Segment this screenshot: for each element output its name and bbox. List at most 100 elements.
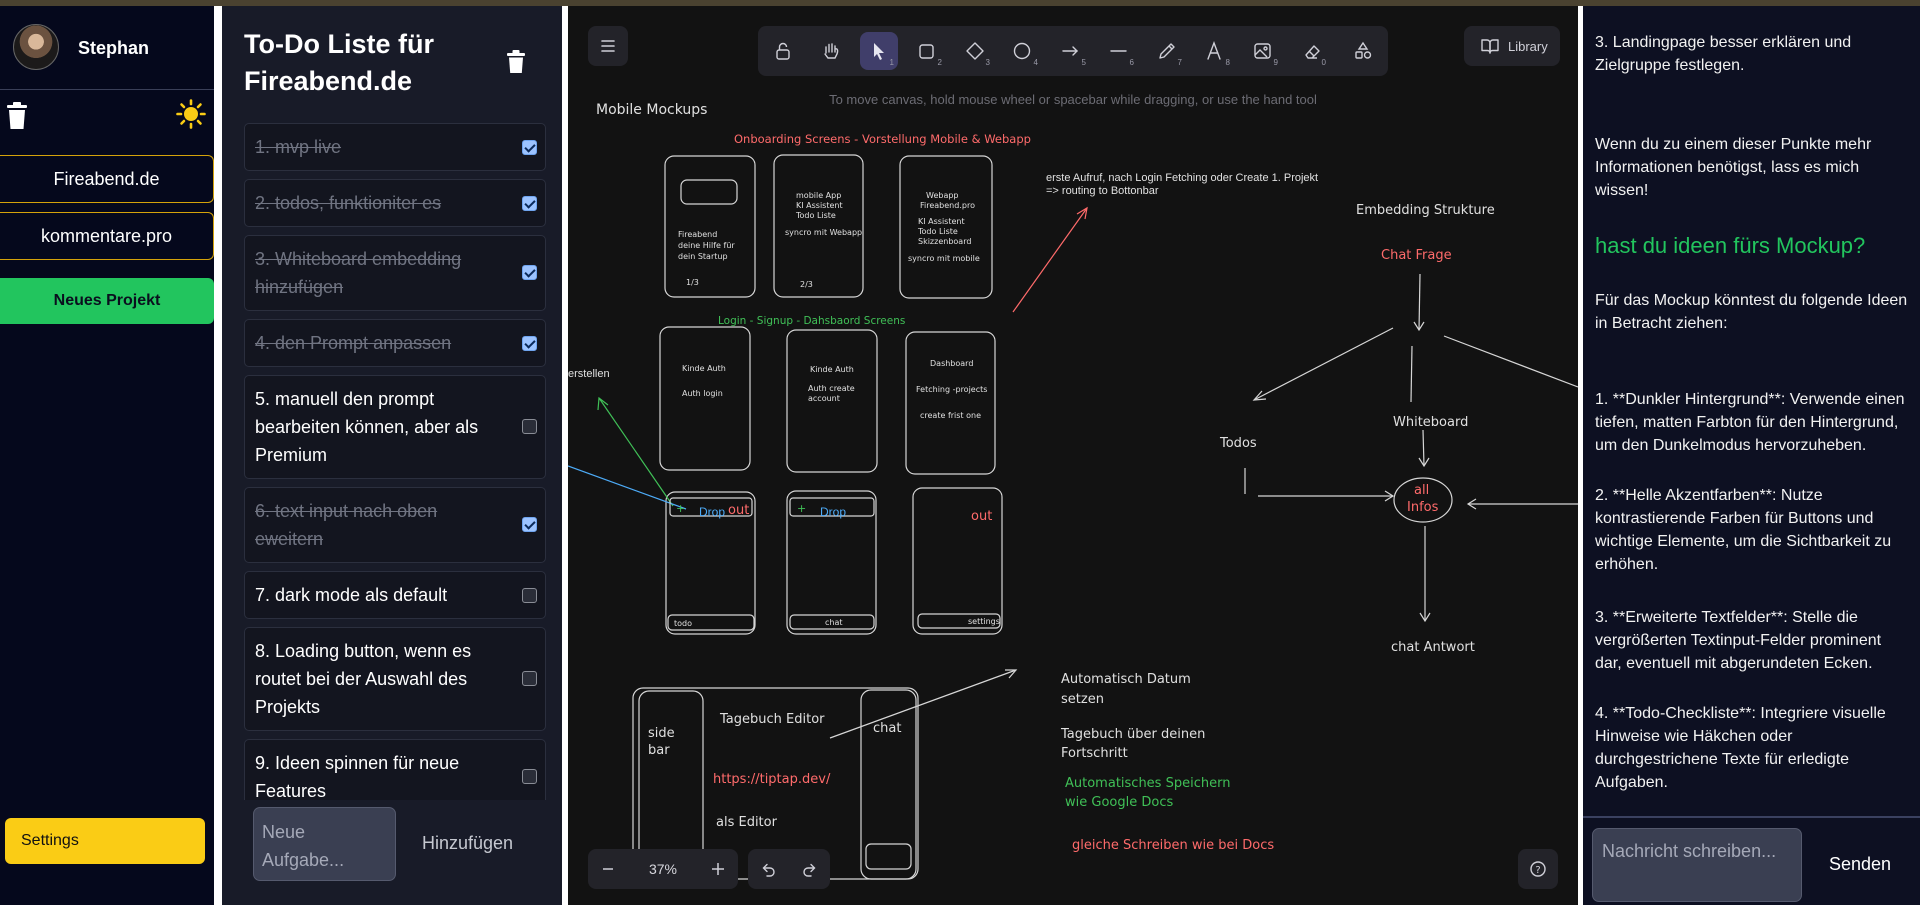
tool-rectangle[interactable]: 2	[908, 32, 946, 70]
new-task-input[interactable]: Neue Aufgabe...	[253, 807, 396, 881]
trash-icon[interactable]	[506, 50, 526, 74]
mockup-text: create frist one	[920, 411, 981, 420]
redo-button[interactable]	[789, 849, 830, 889]
mockup-text: Fetching -projects	[916, 385, 987, 394]
tool-image[interactable]: 9	[1244, 32, 1282, 70]
todo-item[interactable]: 4. den Prompt anpassen	[244, 319, 546, 367]
menu-button[interactable]	[588, 26, 628, 66]
mockup-text: KI Assistent	[918, 217, 965, 226]
todo-panel: To-Do Liste für Fireabend.de 1. mvp live…	[222, 6, 562, 905]
tool-hand[interactable]	[812, 32, 850, 70]
chat-message: Für das Mockup könntest du folgende Idee…	[1595, 292, 1908, 332]
new-project-button[interactable]: Neues Projekt	[0, 278, 214, 324]
tool-diamond[interactable]: 3	[956, 32, 994, 70]
sun-icon[interactable]	[176, 99, 206, 129]
mockup-text: Kinde Auth	[682, 364, 726, 373]
mockup-page-number: 2/3	[800, 280, 813, 289]
zoom-out-button[interactable]	[588, 849, 628, 889]
canvas-note: Automatisch Datum	[1061, 672, 1191, 687]
avatar[interactable]	[13, 24, 59, 70]
plus-icon: +	[676, 502, 685, 515]
mockup-text: Auth login	[682, 389, 723, 398]
chat-divider	[1583, 816, 1920, 818]
tab-label: settings	[968, 617, 1000, 626]
todo-checkbox[interactable]	[522, 588, 537, 603]
user-header: Stephan	[0, 6, 214, 90]
tool-eraser[interactable]: 0	[1292, 32, 1330, 70]
zoom-in-button[interactable]	[698, 849, 738, 889]
tool-shortcut: 8	[1225, 58, 1230, 67]
chat-messages: 3. Landingpage besser erklären und Zielg…	[1583, 6, 1920, 816]
canvas-text-first-call: => routing to Bottonbar	[1046, 185, 1159, 197]
help-button[interactable]: ?	[1518, 849, 1558, 889]
undo-icon	[762, 863, 775, 877]
todo-item[interactable]: 3. Whiteboard embedding hinzufügen	[244, 235, 546, 311]
add-task-button[interactable]: Hinzufügen	[422, 833, 513, 854]
todo-checkbox[interactable]	[522, 419, 537, 434]
library-button[interactable]: Library	[1464, 26, 1560, 66]
todo-item[interactable]: 7. dark mode als default	[244, 571, 546, 619]
todo-checkbox[interactable]	[522, 336, 537, 351]
tool-text[interactable]: 8	[1196, 32, 1234, 70]
canvas-text-first-call: erste Aufruf, nach Login Fetching oder C…	[1046, 172, 1318, 184]
chat-message-input[interactable]: Nachricht schreiben...	[1592, 828, 1802, 902]
todo-item[interactable]: 9. Ideen spinnen für neue Features	[244, 739, 546, 800]
tool-shortcut: 7	[1177, 58, 1182, 67]
chat-message: 2. **Helle Akzentfarben**: Nutze kontras…	[1595, 487, 1892, 573]
canvas-text-erstellen: erstellen	[568, 368, 610, 380]
todo-checkbox[interactable]	[522, 517, 537, 532]
todo-checkbox[interactable]	[522, 140, 537, 155]
tool-arrow[interactable]: 5	[1052, 32, 1090, 70]
drop-label: Drop	[820, 505, 846, 519]
drop-label: Drop	[699, 505, 725, 519]
todo-item[interactable]: 1. mvp live	[244, 123, 546, 171]
todo-checkbox[interactable]	[522, 671, 537, 686]
mockup-frame	[664, 155, 756, 298]
heading-login-screens: Login - Signup - Dahsbaord Screens	[718, 315, 905, 327]
line	[1443, 335, 1578, 388]
canvas-note-green: Automatisches Speichern	[1065, 776, 1230, 791]
svg-text:?: ?	[1535, 865, 1540, 876]
todo-checkbox[interactable]	[522, 196, 537, 211]
sketch-layer[interactable]: Mobile Mockups Onboarding Screens - Vors…	[568, 6, 1578, 905]
mockup-text: dein Startup	[678, 252, 728, 261]
redo-icon	[803, 863, 816, 877]
tool-shortcut: 1	[889, 58, 894, 67]
tool-shortcut: 2	[937, 58, 942, 67]
todo-item[interactable]: 2. todos, funktioniter es	[244, 179, 546, 227]
project-button-fireabend[interactable]: Fireabend.de	[0, 155, 214, 203]
trash-icon[interactable]	[6, 102, 28, 130]
tool-shortcut: 4	[1033, 58, 1038, 67]
chat-message: 3. **Erweiterte Textfelder**: Stelle die…	[1595, 609, 1882, 672]
editor-title: Tagebuch Editor	[719, 712, 825, 727]
heading-onboarding: Onboarding Screens - Vorstellung Mobile …	[734, 132, 1031, 146]
zoom-level[interactable]: 37%	[628, 861, 698, 877]
arrow	[829, 669, 1017, 739]
todo-checkbox[interactable]	[522, 265, 537, 280]
whiteboard-canvas[interactable]: Mobile Mockups Onboarding Screens - Vors…	[568, 6, 1578, 905]
send-button[interactable]: Senden	[1829, 854, 1891, 875]
todo-item[interactable]: 8. Loading button, wenn es routet bei de…	[244, 627, 546, 731]
tool-ellipse[interactable]: 4	[1004, 32, 1042, 70]
mockup-text: mobile App	[796, 191, 841, 200]
tool-pointer[interactable]: 1	[860, 32, 898, 70]
undo-button[interactable]	[748, 849, 789, 889]
todo-item[interactable]: 6. text input nach oben eweitern	[244, 487, 546, 563]
settings-button[interactable]: Settings	[5, 818, 205, 864]
tool-pencil[interactable]: 7	[1148, 32, 1186, 70]
todo-checkbox[interactable]	[522, 769, 537, 784]
plus-icon	[712, 863, 724, 875]
mockup-text: Webapp	[926, 191, 959, 200]
tool-shortcut: 0	[1321, 58, 1326, 67]
editor-sidebar-label: bar	[648, 743, 670, 758]
history-controls	[748, 849, 830, 889]
node-whiteboard: Whiteboard	[1393, 415, 1468, 430]
tool-line[interactable]: 6	[1100, 32, 1138, 70]
tool-lock[interactable]	[764, 32, 802, 70]
mockup-text: Skizzenboard	[918, 237, 971, 246]
tool-more-shapes[interactable]	[1344, 32, 1382, 70]
project-button-kommentare[interactable]: kommentare.pro	[0, 212, 214, 260]
mockup-page-number: 1/3	[686, 278, 699, 287]
todo-item[interactable]: 5. manuell den prompt bearbeiten können,…	[244, 375, 546, 479]
editor-chat-input	[865, 843, 912, 870]
